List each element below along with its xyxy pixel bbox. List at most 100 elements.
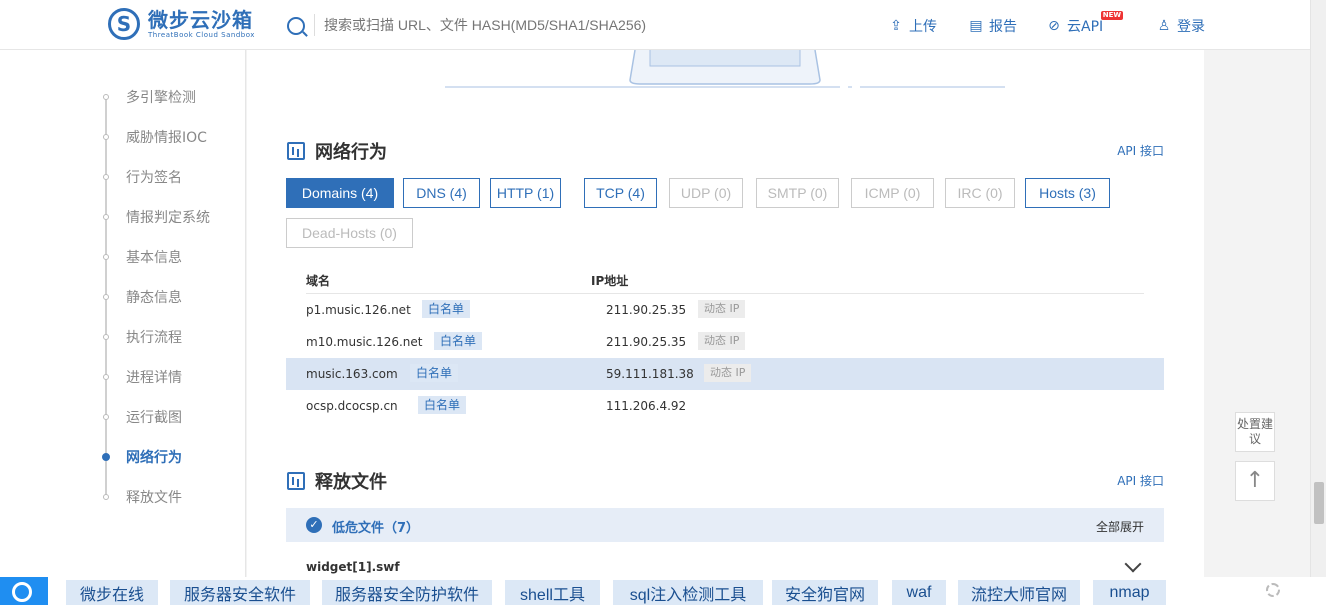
logo-subtitle: ThreatBook Cloud Sandbox bbox=[148, 30, 255, 39]
sidebar-item[interactable]: 情报判定系统 bbox=[100, 207, 210, 227]
dynamic-ip-badge: 动态 IP bbox=[698, 332, 746, 350]
domain-cell[interactable]: m10.music.126.net bbox=[306, 335, 422, 349]
released-api-link[interactable]: API 接口 bbox=[1117, 472, 1164, 489]
logo-title: 微步云沙箱 bbox=[148, 7, 253, 32]
nav-upload[interactable]: ⇪ 上传 bbox=[888, 16, 937, 36]
bottom-bar-link[interactable]: 服务器安全软件 bbox=[170, 580, 310, 605]
upload-icon: ⇪ bbox=[890, 18, 902, 34]
sidebar-item-label: 静态信息 bbox=[126, 290, 182, 306]
bottom-bar-link[interactable]: waf bbox=[892, 580, 946, 605]
table-row[interactable]: m10.music.126.net 白名单 211.90.25.35 动态 IP bbox=[286, 326, 1164, 358]
table-row[interactable]: ocsp.dcocsp.cn 白名单 111.206.4.92 bbox=[286, 390, 1164, 422]
sidebar-item-label: 威胁情报IOC bbox=[126, 130, 207, 146]
sidebar-item-label: 多引擎检测 bbox=[126, 90, 196, 106]
low-risk-files-group[interactable]: ✓ 低危文件（7） 全部展开 bbox=[286, 508, 1164, 542]
network-tab[interactable]: Dead-Hosts (0) bbox=[286, 218, 413, 248]
timeline-dot-icon bbox=[103, 174, 109, 180]
network-icon bbox=[287, 142, 305, 160]
feedback-button[interactable]: 处置建议 bbox=[1235, 412, 1275, 452]
nav-report[interactable]: ▤ 报告 bbox=[968, 16, 1017, 36]
file-list-icon bbox=[287, 472, 305, 490]
sidebar-item[interactable]: 进程详情 bbox=[100, 367, 182, 387]
sidebar-item-label: 释放文件 bbox=[126, 490, 182, 506]
sidebar-item[interactable]: 静态信息 bbox=[100, 287, 182, 307]
bottom-bar-link[interactable]: nmap bbox=[1093, 580, 1166, 605]
ip-cell[interactable]: 59.111.181.38 bbox=[606, 367, 694, 381]
nav-upload-label: 上传 bbox=[909, 19, 937, 35]
sidebar-item-label: 基本信息 bbox=[126, 250, 182, 266]
search-divider bbox=[314, 14, 315, 36]
low-risk-label: 低危文件（7） bbox=[332, 521, 420, 536]
whitelist-badge: 白名单 bbox=[434, 332, 483, 350]
nav-login[interactable]: ♙ 登录 bbox=[1156, 16, 1205, 36]
sidebar-item-label: 行为签名 bbox=[126, 170, 182, 186]
col-ip: IP地址 bbox=[591, 274, 629, 288]
sidebar-item-label: 进程详情 bbox=[126, 370, 182, 386]
settings-icon[interactable] bbox=[1266, 583, 1280, 597]
network-tab[interactable]: Domains (4) bbox=[286, 178, 394, 208]
sidebar-item[interactable]: 运行截图 bbox=[100, 407, 182, 427]
ip-cell[interactable]: 111.206.4.92 bbox=[606, 399, 686, 413]
bottom-bar-link[interactable]: 流控大师官网 bbox=[958, 580, 1080, 605]
nav-report-label: 报告 bbox=[989, 19, 1017, 35]
bottom-bar-link[interactable]: 安全狗官网 bbox=[772, 580, 878, 605]
logo[interactable]: S 微步云沙箱 ThreatBook Cloud Sandbox bbox=[108, 8, 255, 40]
sidebar-nav: 多引擎检测威胁情报IOC 行为签名情报判定系统基本信息静态信息执行流程进程详情运行… bbox=[0, 50, 246, 580]
released-file-name[interactable]: widget[1].swf bbox=[306, 560, 400, 574]
timeline-dot-icon bbox=[103, 414, 109, 420]
table-row[interactable]: music.163.com 白名单 59.111.181.38 动态 IP bbox=[286, 358, 1164, 390]
nav-cloud-api[interactable]: ⊘ 云API NEW bbox=[1046, 11, 1124, 36]
sidebar-item[interactable]: 多引擎检测 bbox=[100, 87, 196, 107]
timeline-dot-icon bbox=[103, 494, 109, 500]
ip-cell[interactable]: 211.90.25.35 bbox=[606, 335, 686, 349]
page-scrollbar[interactable] bbox=[1310, 0, 1326, 580]
network-tab[interactable]: Hosts (3) bbox=[1025, 178, 1110, 208]
dynamic-ip-badge: 动态 IP bbox=[698, 300, 746, 318]
network-api-link[interactable]: API 接口 bbox=[1117, 142, 1164, 159]
ip-cell[interactable]: 211.90.25.35 bbox=[606, 303, 686, 317]
sidebar-item[interactable]: 释放文件 bbox=[100, 487, 182, 507]
check-circle-icon: ✓ bbox=[306, 517, 322, 533]
search-input[interactable] bbox=[324, 12, 844, 38]
network-tab[interactable]: SMTP (0) bbox=[756, 178, 839, 208]
sidebar-item[interactable]: 基本信息 bbox=[100, 247, 182, 267]
whitelist-badge: 白名单 bbox=[410, 364, 459, 382]
sidebar-item-label: 运行截图 bbox=[126, 410, 182, 426]
sidebar-item[interactable]: 网络行为 bbox=[100, 447, 182, 467]
timeline-dot-icon bbox=[103, 294, 109, 300]
sidebar-item-label: 网络行为 bbox=[126, 450, 182, 466]
sidebar-item[interactable]: 执行流程 bbox=[100, 327, 182, 347]
timeline-dot-icon bbox=[103, 254, 109, 260]
chevron-down-icon[interactable] bbox=[1124, 555, 1142, 573]
back-to-top-button[interactable]: ↑ bbox=[1235, 461, 1275, 501]
sidebar-item[interactable]: 行为签名 bbox=[100, 167, 182, 187]
network-tab[interactable]: IRC (0) bbox=[945, 178, 1015, 208]
domain-cell[interactable]: p1.music.126.net bbox=[306, 303, 411, 317]
bottom-bar-link[interactable]: 服务器安全防护软件 bbox=[322, 580, 492, 605]
expand-all-button[interactable]: 全部展开 bbox=[1096, 518, 1144, 535]
domain-cell[interactable]: ocsp.dcocsp.cn bbox=[306, 399, 398, 413]
network-tab[interactable]: UDP (0) bbox=[669, 178, 743, 208]
timeline-dot-icon bbox=[103, 94, 109, 100]
nav-cloud-api-label: 云API NEW bbox=[1067, 11, 1124, 36]
network-tab[interactable]: TCP (4) bbox=[584, 178, 657, 208]
network-tab[interactable]: DNS (4) bbox=[403, 178, 480, 208]
bottom-bar-link[interactable]: shell工具 bbox=[505, 580, 600, 605]
sidebar-item[interactable]: 威胁情报IOC bbox=[100, 127, 207, 147]
bottom-bar-link[interactable]: 微步在线 bbox=[66, 580, 158, 605]
new-badge: NEW bbox=[1100, 11, 1124, 20]
scrollbar-thumb[interactable] bbox=[1314, 482, 1324, 524]
timeline-dot-icon bbox=[103, 214, 109, 220]
logo-icon: S bbox=[108, 8, 140, 40]
main-content: 网络行为 API 接口 Domains (4) DNS (4) HTTP (1) TC… bbox=[247, 50, 1204, 580]
dynamic-ip-badge: 动态 IP bbox=[704, 364, 752, 382]
timeline-dot-icon bbox=[103, 134, 109, 140]
search-engine-icon[interactable] bbox=[0, 577, 48, 605]
sidebar-item-label: 执行流程 bbox=[126, 330, 182, 346]
network-tab[interactable]: HTTP (1) bbox=[490, 178, 561, 208]
domain-cell[interactable]: music.163.com bbox=[306, 367, 398, 381]
network-tab[interactable]: ICMP (0) bbox=[851, 178, 934, 208]
search-icon[interactable] bbox=[287, 17, 305, 35]
bottom-bar-link[interactable]: sql注入检测工具 bbox=[613, 580, 763, 605]
table-row[interactable]: p1.music.126.net 白名单 211.90.25.35 动态 IP bbox=[286, 294, 1164, 326]
